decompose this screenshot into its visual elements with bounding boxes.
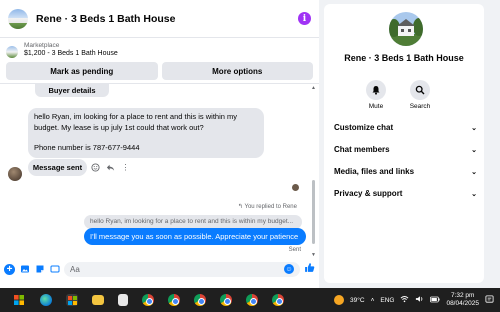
profile-picture[interactable] <box>389 12 423 46</box>
chat-header: Rene · 3 Beds 1 Bath House i <box>0 0 319 38</box>
mute-button[interactable]: Mute <box>364 80 388 110</box>
clock-date: 08/04/2025 <box>446 300 479 307</box>
section-label: Customize chat <box>334 123 394 132</box>
message-input-placeholder: Aa <box>70 264 80 274</box>
chrome-icon[interactable] <box>194 294 206 306</box>
mark-as-pending-button[interactable]: Mark as pending <box>6 62 158 80</box>
weather-icon[interactable] <box>334 295 345 305</box>
chevron-down-icon: ⌄ <box>471 146 477 154</box>
info-icon[interactable]: i <box>298 12 311 25</box>
section-privacy-support[interactable]: Privacy & support ⌄ <box>334 189 477 198</box>
incoming-message-phone: Phone number is 787-677-9444 <box>34 143 140 152</box>
marketplace-card: Marketplace $1,200 - 3 Beds 1 Bath House… <box>0 38 319 80</box>
language-indicator[interactable]: ENG <box>380 297 394 304</box>
chat-panel: Rene · 3 Beds 1 Bath House i Marketplace… <box>0 0 319 288</box>
listing-title[interactable]: $1,200 - 3 Beds 1 Bath House <box>24 50 118 57</box>
message-actions: ⋮ <box>91 163 130 172</box>
chrome-icon[interactable] <box>142 294 154 306</box>
sticker-icon[interactable] <box>34 264 45 275</box>
bell-icon[interactable] <box>366 80 386 100</box>
windows-logo-icon[interactable] <box>12 293 26 307</box>
more-icon[interactable]: ⋮ <box>121 163 130 172</box>
sent-status: Sent <box>288 247 301 253</box>
search-button[interactable]: Search <box>408 80 432 110</box>
emoji-icon[interactable]: ☺ <box>284 264 294 274</box>
file-explorer-icon[interactable] <box>92 295 104 305</box>
message-sent-bubble[interactable]: Message sent <box>28 159 87 176</box>
like-icon[interactable] <box>304 262 315 276</box>
battery-icon[interactable] <box>430 296 441 305</box>
message-list: Buyer details hello Ryan, im looking for… <box>0 83 319 259</box>
more-options-button[interactable]: More options <box>161 62 313 80</box>
reply-arrow-icon: ↰ <box>237 204 245 210</box>
marketplace-label: Marketplace <box>24 42 60 49</box>
replied-label: ↰ You replied to Rene <box>237 204 297 210</box>
sender-avatar[interactable] <box>8 167 22 181</box>
taskbar: 39°C ˄ ENG 7:32 pm 08/04/2025 <box>0 288 500 312</box>
calculator-icon[interactable] <box>118 294 128 306</box>
incoming-message[interactable]: hello Ryan, im looking for a place to re… <box>28 108 264 158</box>
chevron-up-icon[interactable]: ˄ <box>371 297 375 304</box>
edge-icon[interactable] <box>40 294 52 306</box>
incoming-message-text: hello Ryan, im looking for a place to re… <box>34 112 238 132</box>
section-customize-chat[interactable]: Customize chat ⌄ <box>334 123 477 132</box>
temperature[interactable]: 39°C <box>350 297 365 304</box>
chrome-icon[interactable] <box>246 294 258 306</box>
seen-avatar <box>292 184 299 191</box>
chevron-down-icon: ⌄ <box>471 190 477 198</box>
chrome-icon[interactable] <box>220 294 232 306</box>
store-icon[interactable] <box>66 294 78 306</box>
conversation-info-panel: Rene · 3 Beds 1 Bath House Mute Search C… <box>324 4 484 283</box>
outgoing-message[interactable]: I'll message you as soon as possible. Ap… <box>84 228 306 245</box>
volume-icon[interactable] <box>415 295 424 305</box>
mute-label: Mute <box>368 103 384 110</box>
system-tray: 39°C ˄ ENG 7:32 pm 08/04/2025 <box>334 288 494 312</box>
plus-icon[interactable]: + <box>4 263 15 275</box>
chrome-icon[interactable] <box>168 294 180 306</box>
chrome-icon[interactable] <box>272 294 284 306</box>
reply-icon[interactable] <box>106 163 115 172</box>
search-label: Search <box>409 103 431 110</box>
image-icon[interactable] <box>19 264 30 275</box>
scroll-up-icon[interactable]: ▲ <box>311 85 316 91</box>
quoted-message[interactable]: hello Ryan, im looking for a place to re… <box>84 215 302 229</box>
section-label: Media, files and links <box>334 167 415 176</box>
message-input[interactable]: Aa ☺ <box>64 261 300 277</box>
wifi-icon[interactable] <box>400 295 409 305</box>
contact-avatar[interactable] <box>8 8 28 29</box>
scrollbar-thumb[interactable] <box>312 180 315 244</box>
buyer-details-button[interactable]: Buyer details <box>35 84 109 97</box>
gif-icon[interactable] <box>49 264 60 275</box>
composer: + Aa ☺ <box>0 259 319 279</box>
chevron-down-icon: ⌄ <box>471 124 477 132</box>
listing-thumbnail[interactable] <box>6 46 18 58</box>
clock[interactable]: 7:32 pm 08/04/2025 <box>446 292 479 308</box>
profile-name: Rene · 3 Beds 1 Bath House <box>344 53 464 63</box>
search-icon[interactable] <box>410 80 430 100</box>
section-label: Privacy & support <box>334 189 403 198</box>
clock-time: 7:32 pm <box>450 292 475 299</box>
chat-title[interactable]: Rene · 3 Beds 1 Bath House <box>36 13 298 25</box>
profile-actions: Mute Search <box>364 80 432 110</box>
section-media-files-links[interactable]: Media, files and links ⌄ <box>334 167 477 176</box>
react-icon[interactable] <box>91 163 100 172</box>
section-label: Chat members <box>334 145 390 154</box>
chevron-down-icon: ⌄ <box>471 168 477 176</box>
notification-icon[interactable] <box>485 294 494 306</box>
scrollbar[interactable]: ▲ ▼ <box>311 84 316 260</box>
section-chat-members[interactable]: Chat members ⌄ <box>334 145 477 154</box>
scroll-down-icon[interactable]: ▼ <box>311 252 316 258</box>
